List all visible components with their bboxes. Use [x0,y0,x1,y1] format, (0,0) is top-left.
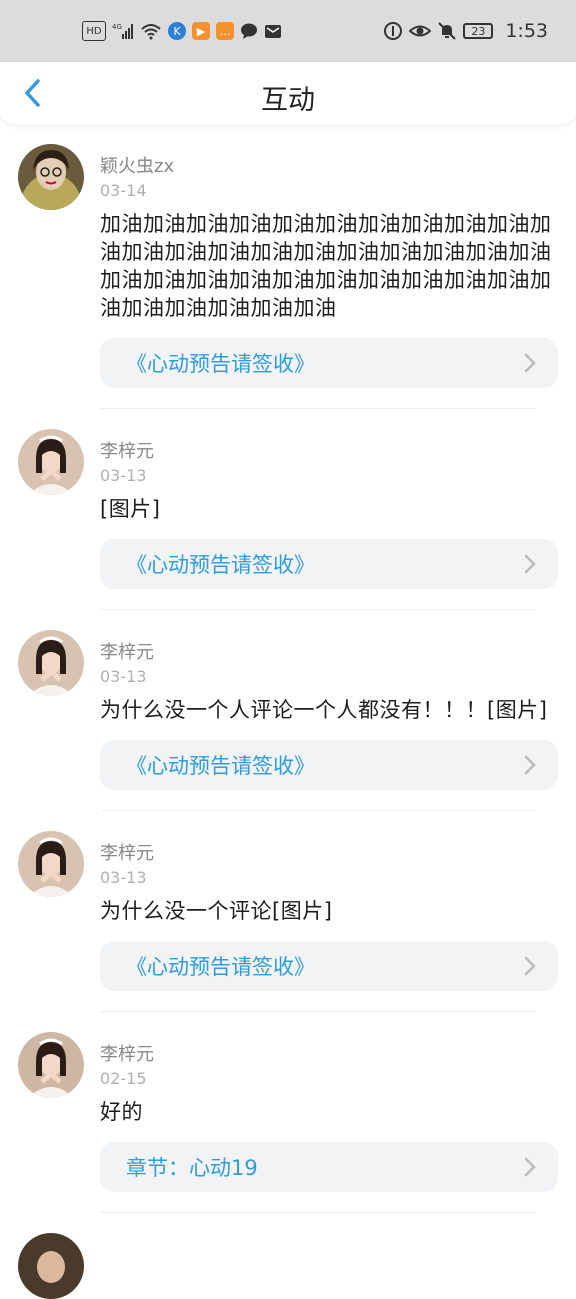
username[interactable]: 李梓元 [100,630,558,664]
divider [100,1212,536,1213]
source-link[interactable]: 《心动预告请签收》 [100,740,558,790]
chevron-right-icon [524,755,536,775]
app-play-icon: ▶ [192,22,210,40]
hd-icon: HD [82,21,106,41]
username[interactable]: 李梓元 [100,831,558,865]
message-icon [240,22,258,40]
eye-icon [409,22,432,40]
source-link-label: 《心动预告请签收》 [126,754,315,778]
svg-text:4G: 4G [112,23,122,31]
list-item: 李梓元 02-15 好的 章节：心动19 [0,1032,576,1192]
avatar[interactable] [18,144,84,210]
comment-text: 为什么没一个人评论一个人都没有！！！[图片] [100,698,548,722]
comment-text: [图片] [100,497,161,521]
comment-text: 加油加油加油加油加油加油加油加油加油加油加油加油加油加油加油加油加油加油加油加油… [100,212,552,320]
top-bar: 互动 [0,62,576,124]
source-link[interactable]: 《心动预告请签收》 [100,941,558,991]
avatar[interactable] [18,1233,84,1299]
divider [100,1011,536,1012]
list-item: 李梓元 03-13 为什么没一个人评论一个人都没有！！！[图片] 《心动预告请签… [0,630,576,790]
username[interactable]: 李梓元 [100,1032,558,1066]
source-link-label: 《心动预告请签收》 [126,955,315,979]
username[interactable]: 李梓元 [100,429,558,463]
post-date: 03-13 [100,667,147,686]
source-link[interactable]: 章节：心动19 [100,1142,558,1192]
list-item: 李梓元 03-13 为什么没一个评论[图片] 《心动预告请签收》 [0,831,576,991]
interaction-list: 颖火虫zx 03-14 加油加油加油加油加油加油加油加油加油加油加油加油加油加油… [0,124,576,1299]
source-link-label: 《心动预告请签收》 [126,553,315,577]
list-item: 颖火虫zx 03-14 加油加油加油加油加油加油加油加油加油加油加油加油加油加油… [0,144,576,388]
page-title: 互动 [261,85,315,116]
source-link[interactable]: 《心动预告请签收》 [100,539,558,589]
data-saver-icon [383,22,403,40]
comment-text: 好的 [100,1100,143,1124]
divider [100,408,536,409]
comment-text: 为什么没一个评论[图片] [100,899,333,923]
post-date: 03-13 [100,868,147,887]
avatar[interactable] [18,429,84,495]
app-k-icon: K [168,22,186,40]
app-chat-icon: … [216,22,234,40]
status-left-icons: HD 4G K ▶ … [82,21,282,41]
source-link[interactable]: 《心动预告请签收》 [100,338,558,388]
chevron-right-icon [524,554,536,574]
status-time: 1:53 [505,20,548,42]
chevron-right-icon [524,353,536,373]
chevron-right-icon [524,956,536,976]
post-date: 03-14 [100,181,147,200]
mail-icon [264,22,282,40]
status-right-icons: 23 1:53 [383,20,548,42]
source-link-label: 章节：心动19 [126,1156,258,1180]
mute-bell-icon [437,22,457,40]
chevron-right-icon [524,1157,536,1177]
post-date: 03-13 [100,466,147,485]
status-bar: HD 4G K ▶ … 23 1:53 [0,0,576,62]
list-item: 李梓元 03-13 [图片] 《心动预告请签收》 [0,429,576,589]
battery-icon: 23 [463,23,494,39]
username[interactable]: 颖火虫zx [100,144,558,178]
signal-4g-icon: 4G [112,22,134,40]
avatar[interactable] [18,1032,84,1098]
divider [100,810,536,811]
wifi-icon [140,22,162,40]
avatar[interactable] [18,831,84,897]
divider [100,609,536,610]
post-date: 02-15 [100,1069,147,1088]
avatar[interactable] [18,630,84,696]
source-link-label: 《心动预告请签收》 [126,352,315,376]
